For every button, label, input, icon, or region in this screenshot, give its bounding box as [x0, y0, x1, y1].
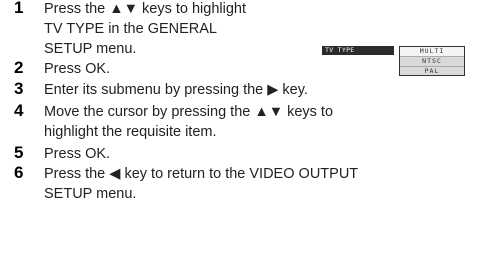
step-4-line-1: Move the cursor by pressing the ▲▼ keys …	[44, 104, 334, 120]
step-1-number: 1	[14, 0, 24, 17]
option-ntsc: NTSC	[400, 57, 464, 67]
step-1-line-2: TV TYPE in the GENERAL	[44, 21, 217, 37]
tv-type-menu-item: TV TYPE	[322, 46, 394, 55]
step-6-line-2: SETUP menu.	[44, 186, 137, 202]
option-multi: MULTI	[400, 47, 464, 57]
step-5-line-1: Press OK.	[44, 146, 111, 162]
step-2-number: 2	[14, 58, 24, 77]
step-3-number: 3	[14, 79, 24, 98]
step-6-line-1: Press the ◀ key to return to the VIDEO O…	[44, 166, 359, 182]
step-6-number: 6	[14, 163, 24, 182]
step-4-line-2: highlight the requisite item.	[44, 124, 217, 140]
instruction-steps: 1 Press the ▲▼ keys to highlight TV TYPE…	[0, 0, 480, 270]
tv-type-menu-illustration: TV TYPE MULTI NTSC PAL	[322, 46, 466, 76]
step-4-number: 4	[14, 101, 24, 120]
tv-type-options-list: MULTI NTSC PAL	[399, 46, 465, 76]
step-1-line-1: Press the ▲▼ keys to highlight	[44, 1, 246, 17]
step-1-line-3: SETUP menu.	[44, 41, 137, 57]
step-3-line-1: Enter its submenu by pressing the ▶ key.	[44, 82, 308, 98]
step-2-line-1: Press OK.	[44, 61, 111, 77]
step-5-number: 5	[14, 143, 24, 162]
option-pal: PAL	[424, 67, 440, 75]
